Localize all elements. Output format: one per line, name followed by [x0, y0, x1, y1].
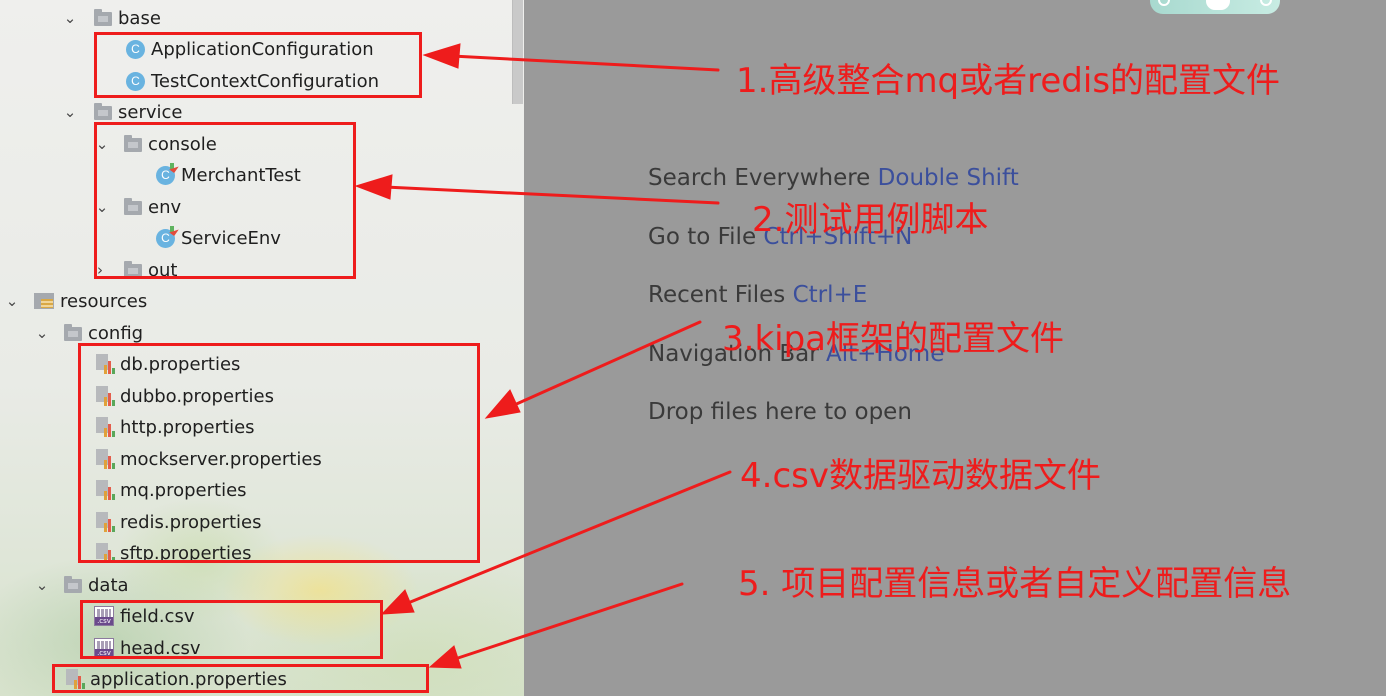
hint-label: Go to File: [648, 224, 757, 250]
annotation-text-4: 4.csv数据驱动数据文件: [740, 456, 1101, 496]
tree-folder-config[interactable]: ⌄ config: [34, 321, 143, 345]
hint-label: Recent Files: [648, 282, 786, 308]
annotation-text-3: 3.kipa框架的配置文件: [722, 319, 1064, 359]
hint-shortcut: Double Shift: [877, 165, 1019, 191]
hint-recent-files: Recent Files Ctrl+E: [648, 282, 867, 308]
tree-scrollbar[interactable]: [512, 0, 523, 104]
hint-label: Search Everywhere: [648, 165, 871, 191]
hint-label: Drop files here to open: [648, 399, 912, 425]
chevron-down-icon[interactable]: ⌄: [4, 292, 20, 310]
folder-icon: [64, 323, 82, 341]
annotation-box-1: [94, 32, 422, 98]
annotation-text-2: 2.测试用例脚本: [752, 200, 989, 240]
annotation-box-3: [78, 343, 480, 563]
toolbar-left-icon[interactable]: [1158, 0, 1170, 6]
chevron-down-icon[interactable]: ⌄: [62, 103, 78, 121]
annotation-box-5: [52, 664, 429, 693]
hint-search-everywhere: Search Everywhere Double Shift: [648, 165, 1019, 191]
folder-icon: [94, 102, 112, 120]
tree-folder-resources[interactable]: ⌄ resources: [4, 289, 148, 313]
chevron-down-icon[interactable]: ⌄: [62, 9, 78, 27]
toolbar-center-icon[interactable]: [1206, 0, 1230, 10]
tree-folder-base[interactable]: ⌄ base: [62, 6, 161, 30]
resources-folder-icon: [34, 293, 54, 309]
chevron-down-icon[interactable]: ⌄: [34, 324, 50, 342]
folder-icon: [64, 575, 82, 593]
floating-toolbar[interactable]: [1150, 0, 1280, 14]
tree-folder-service[interactable]: ⌄ service: [62, 100, 183, 124]
annotation-box-2: [94, 122, 356, 279]
tree-folder-data[interactable]: ⌄ data: [34, 573, 129, 597]
hint-shortcut: Ctrl+E: [792, 282, 868, 308]
annotation-box-4: [80, 600, 383, 659]
tree-folder-label: config: [88, 322, 144, 344]
tree-folder-label: data: [88, 574, 129, 596]
annotation-text-1: 1.高级整合mq或者redis的配置文件: [736, 61, 1281, 101]
annotation-text-5: 5. 项目配置信息或者自定义配置信息: [738, 564, 1292, 604]
chevron-down-icon[interactable]: ⌄: [34, 576, 50, 594]
hint-drop-files: Drop files here to open: [648, 399, 912, 425]
tree-folder-label: service: [118, 101, 183, 123]
folder-icon: [94, 8, 112, 26]
tree-folder-label: base: [118, 7, 161, 29]
tree-folder-label: resources: [60, 290, 148, 312]
toolbar-right-icon[interactable]: [1260, 0, 1272, 6]
